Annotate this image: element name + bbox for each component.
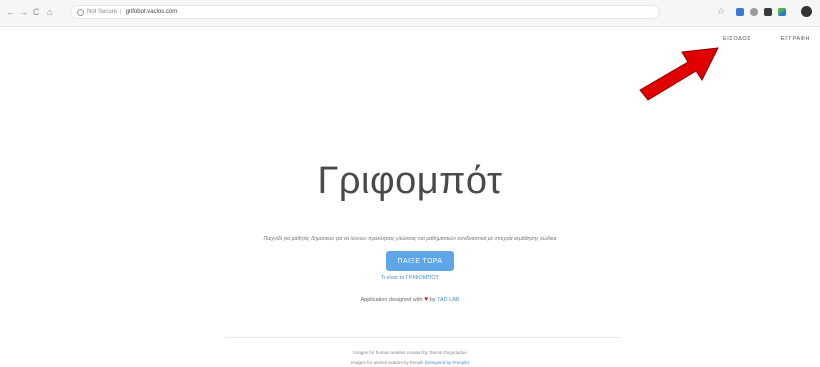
register-link[interactable]: ΕΓΓΡΑΦΗ	[781, 36, 810, 42]
reload-icon[interactable]: C	[33, 7, 40, 17]
about-link[interactable]: Τι είναι το ΓΡΙΦΟΜΠΟΤ	[0, 275, 820, 281]
page-subtitle: Παιχνίδι για μαθητές δημοτικού για να λύ…	[263, 236, 557, 242]
footer-line-1: Images for human avatars created by Tann…	[353, 350, 467, 355]
url-text: grifobot.vaclos.com	[125, 9, 178, 15]
play-now-button[interactable]: ΠΑΙΞΕ ΤΩΡΑ	[386, 251, 454, 271]
page-title: Γριφομπότ	[317, 160, 503, 202]
bookmark-star-icon[interactable]: ☆	[717, 6, 725, 16]
red-arrow-icon	[639, 47, 719, 101]
url-separator: |	[120, 9, 122, 15]
credit-by: by	[429, 297, 436, 303]
freepik-link[interactable]: (Designed by Freepik)	[425, 360, 469, 365]
footer-line-2: Images for animal avatars by freepik (De…	[0, 360, 820, 365]
back-icon[interactable]: ←	[6, 7, 15, 17]
footer-divider	[225, 337, 620, 338]
extension-icon[interactable]	[764, 8, 772, 16]
address-bar[interactable]: Not Secure | grifobot.vaclos.com	[70, 5, 660, 19]
extension-icon[interactable]	[778, 8, 786, 16]
forward-icon[interactable]: →	[19, 7, 28, 17]
lab-link[interactable]: TAD LAB	[437, 297, 460, 303]
profile-avatar-icon[interactable]	[801, 6, 812, 17]
home-icon[interactable]: ⌂	[47, 7, 52, 17]
login-link[interactable]: ΕΙΣΟΔΟΣ	[723, 36, 751, 42]
heart-icon: ♥	[424, 296, 429, 303]
footer-line-2-text: Images for animal avatars by freepik	[350, 360, 424, 365]
extension-icon[interactable]	[736, 8, 744, 16]
extension-icon[interactable]	[750, 8, 758, 16]
info-icon	[77, 8, 84, 16]
credit-prefix: Application designed with	[360, 297, 423, 303]
credit-line: Application designed with ♥ by TAD LAB	[0, 296, 820, 303]
security-label: Not Secure	[87, 9, 118, 15]
browser-toolbar: ← → C ⌂ Not Secure | grifobot.vaclos.com…	[0, 0, 820, 27]
